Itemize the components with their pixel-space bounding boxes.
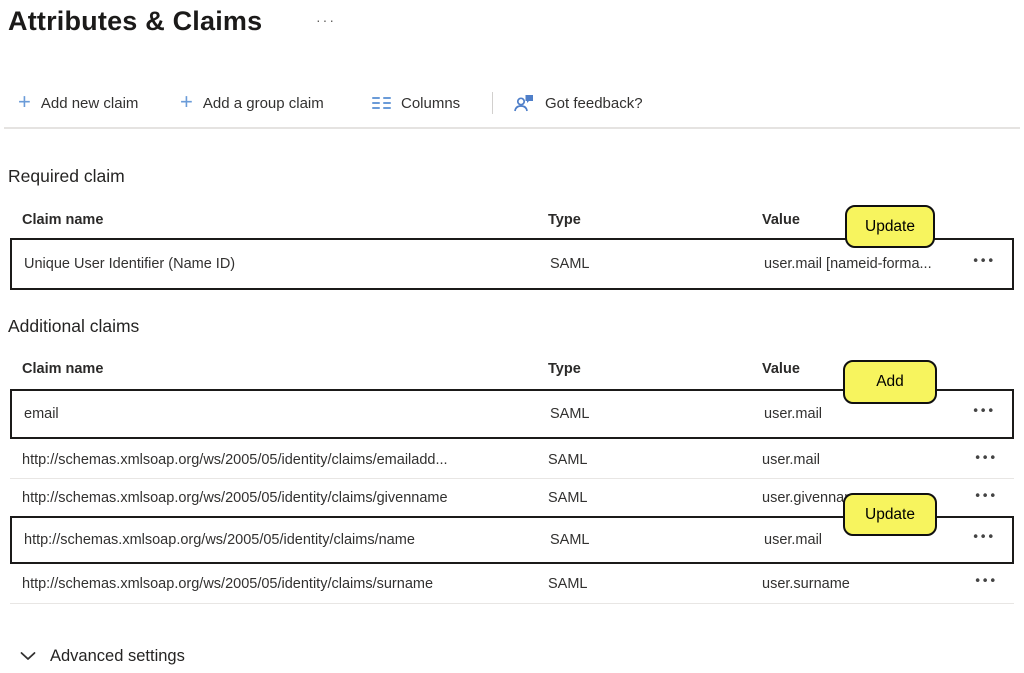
add-new-claim-label: Add new claim (41, 95, 139, 112)
column-header-claim-name: Claim name (22, 212, 103, 228)
attributes-claims-page: Attributes & Claims ··· + Add new claim … (0, 0, 1024, 673)
page-title: Attributes & Claims (8, 6, 262, 37)
type-cell: SAML (548, 490, 588, 506)
toolbar: + Add new claim + Add a group claim Colu… (0, 86, 1024, 120)
type-cell: SAML (550, 406, 590, 422)
advanced-settings-toggle[interactable]: Advanced settings (20, 643, 185, 669)
claim-name-cell: email (24, 406, 59, 422)
add-group-claim-button[interactable]: + Add a group claim (180, 86, 324, 120)
type-cell: SAML (550, 256, 590, 272)
plus-icon: + (18, 92, 31, 112)
value-cell: user.mail [nameid-forma... (764, 256, 932, 272)
add-new-claim-button[interactable]: + Add new claim (18, 86, 138, 120)
columns-button[interactable]: Columns (372, 86, 460, 120)
value-cell: user.mail (764, 406, 822, 422)
update-callout-required-value: Update (845, 205, 935, 248)
claim-name-cell: Unique User Identifier (Name ID) (24, 256, 235, 272)
got-feedback-label: Got feedback? (545, 95, 643, 112)
page-overflow-menu-icon[interactable]: ··· (316, 12, 336, 28)
column-header-type: Type (548, 361, 581, 377)
row-actions-ellipsis-icon[interactable]: ••• (975, 449, 998, 464)
row-actions-ellipsis-icon[interactable]: ••• (973, 253, 996, 268)
row-actions-ellipsis-icon[interactable]: ••• (973, 403, 996, 418)
claim-row-emailaddress[interactable]: http://schemas.xmlsoap.org/ws/2005/05/id… (10, 441, 1014, 478)
column-header-claim-name: Claim name (22, 361, 103, 377)
columns-label: Columns (401, 95, 460, 112)
plus-icon: + (180, 92, 193, 112)
toolbar-separator (4, 127, 1020, 129)
columns-icon (372, 97, 391, 110)
value-cell: user.mail (764, 532, 822, 548)
additional-claims-heading: Additional claims (8, 316, 139, 337)
value-cell: user.surname (762, 576, 850, 592)
value-cell: user.mail (762, 452, 820, 468)
type-cell: SAML (550, 532, 590, 548)
row-actions-ellipsis-icon[interactable]: ••• (973, 529, 996, 544)
column-header-value: Value (762, 361, 800, 377)
chevron-down-icon (20, 647, 36, 666)
update-callout-name-claim: Update (843, 493, 937, 536)
claim-name-cell: http://schemas.xmlsoap.org/ws/2005/05/id… (22, 490, 448, 506)
claim-name-cell: http://schemas.xmlsoap.org/ws/2005/05/id… (22, 452, 448, 468)
type-cell: SAML (548, 576, 588, 592)
got-feedback-button[interactable]: Got feedback? (513, 86, 643, 120)
feedback-icon (513, 93, 535, 113)
advanced-settings-label: Advanced settings (50, 647, 185, 666)
row-actions-ellipsis-icon[interactable]: ••• (975, 487, 998, 502)
add-group-claim-label: Add a group claim (203, 95, 324, 112)
row-actions-ellipsis-icon[interactable]: ••• (975, 573, 998, 588)
toolbar-divider (492, 92, 493, 114)
column-header-value: Value (762, 212, 800, 228)
type-cell: SAML (548, 452, 588, 468)
claim-name-cell: http://schemas.xmlsoap.org/ws/2005/05/id… (22, 576, 433, 592)
claim-name-cell: http://schemas.xmlsoap.org/ws/2005/05/id… (24, 532, 415, 548)
claim-row-surname[interactable]: http://schemas.xmlsoap.org/ws/2005/05/id… (10, 564, 1014, 604)
add-callout-additional-claims: Add (843, 360, 937, 404)
column-header-type: Type (548, 212, 581, 228)
required-claim-heading: Required claim (8, 166, 125, 187)
